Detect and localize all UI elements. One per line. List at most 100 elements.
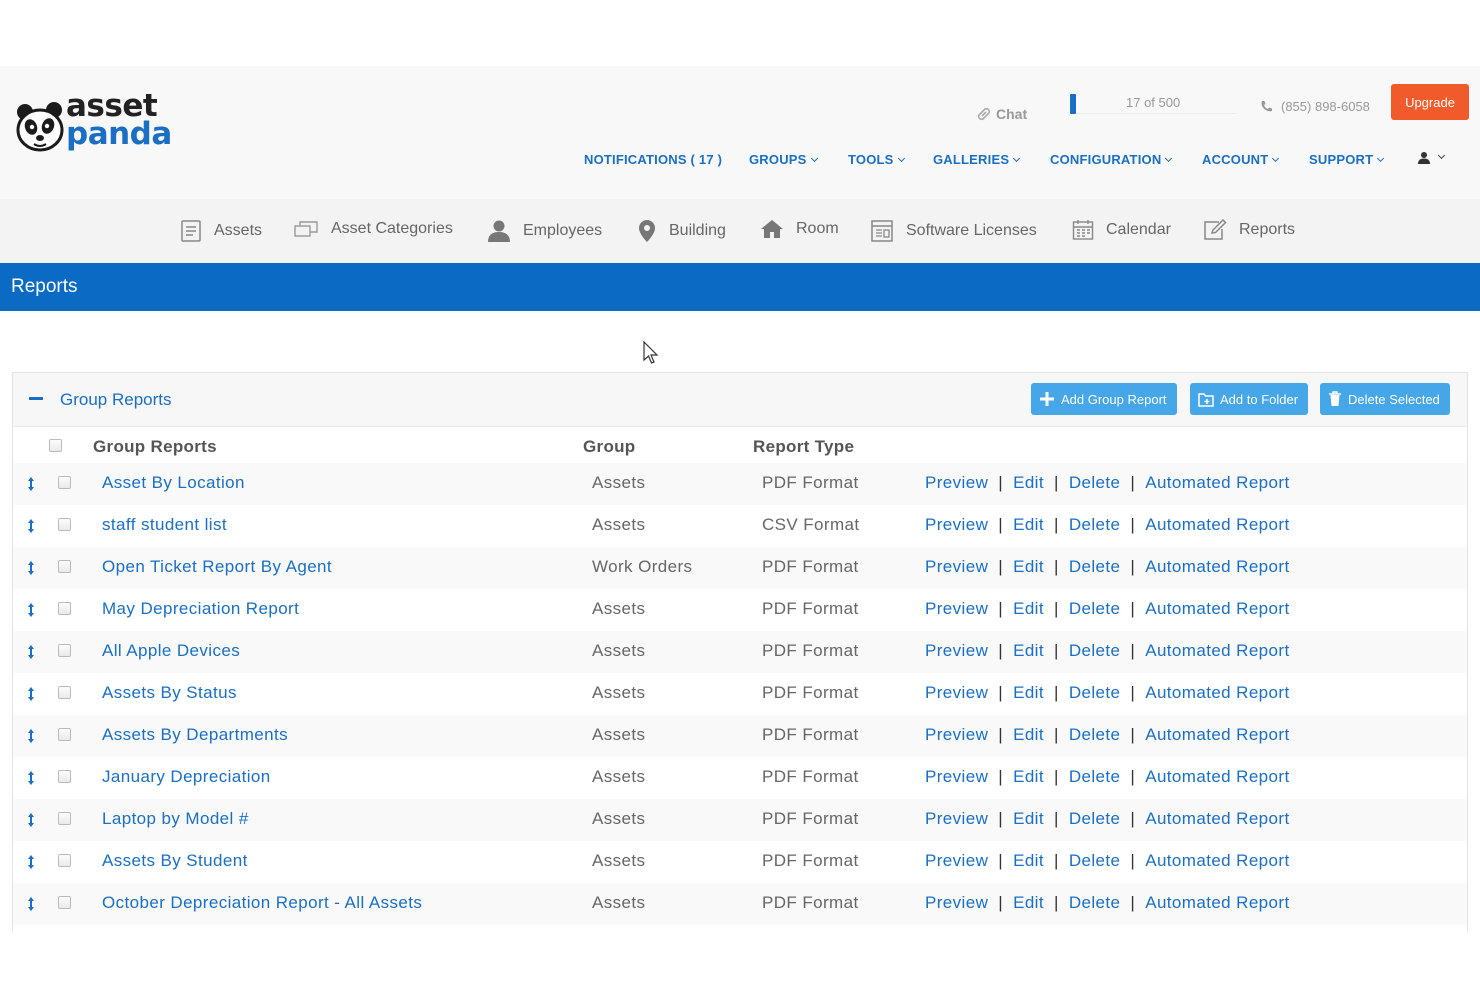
automated-report-link[interactable]: Automated Report	[1145, 683, 1289, 702]
report-name-link[interactable]: All Apple Devices	[102, 641, 240, 661]
row-checkbox[interactable]	[58, 686, 71, 699]
delete-link[interactable]: Delete	[1069, 767, 1121, 786]
automated-report-link[interactable]: Automated Report	[1145, 515, 1289, 534]
row-checkbox[interactable]	[58, 896, 71, 909]
preview-link[interactable]: Preview	[925, 851, 988, 870]
add-group-report-button[interactable]: Add Group Report	[1031, 383, 1177, 415]
preview-link[interactable]: Preview	[925, 557, 988, 576]
automated-report-link[interactable]: Automated Report	[1145, 599, 1289, 618]
automated-report-link[interactable]: Automated Report	[1145, 641, 1289, 660]
nav-tools[interactable]: TOOLS	[848, 152, 905, 167]
row-checkbox[interactable]	[58, 812, 71, 825]
preview-link[interactable]: Preview	[925, 515, 988, 534]
automated-report-link[interactable]: Automated Report	[1145, 893, 1289, 912]
automated-report-link[interactable]: Automated Report	[1145, 809, 1289, 828]
nav-account[interactable]: ACCOUNT	[1202, 152, 1280, 167]
drag-handle-icon[interactable]	[27, 644, 35, 660]
edit-link[interactable]: Edit	[1013, 809, 1044, 828]
edit-link[interactable]: Edit	[1013, 473, 1044, 492]
edit-link[interactable]: Edit	[1013, 683, 1044, 702]
module-calendar[interactable]: Calendar	[1072, 219, 1171, 241]
row-checkbox[interactable]	[58, 602, 71, 615]
automated-report-link[interactable]: Automated Report	[1145, 725, 1289, 744]
row-checkbox[interactable]	[58, 518, 71, 531]
preview-link[interactable]: Preview	[925, 641, 988, 660]
preview-link[interactable]: Preview	[925, 725, 988, 744]
drag-handle-icon[interactable]	[27, 476, 35, 492]
add-to-folder-button[interactable]: Add to Folder	[1190, 383, 1309, 415]
nav-support[interactable]: SUPPORT	[1309, 152, 1385, 167]
drag-handle-icon[interactable]	[27, 686, 35, 702]
report-name-link[interactable]: Assets By Student	[102, 851, 248, 871]
upgrade-button[interactable]: Upgrade	[1391, 84, 1469, 120]
module-reports[interactable]: Reports	[1203, 219, 1295, 241]
module-room[interactable]: Room	[760, 219, 839, 239]
row-checkbox[interactable]	[58, 854, 71, 867]
delete-link[interactable]: Delete	[1069, 557, 1121, 576]
delete-link[interactable]: Delete	[1069, 683, 1121, 702]
nav-groups[interactable]: GROUPS	[749, 152, 818, 167]
drag-handle-icon[interactable]	[27, 602, 35, 618]
edit-link[interactable]: Edit	[1013, 851, 1044, 870]
module-building[interactable]: Building	[637, 219, 726, 243]
drag-handle-icon[interactable]	[27, 560, 35, 576]
edit-link[interactable]: Edit	[1013, 641, 1044, 660]
edit-link[interactable]: Edit	[1013, 893, 1044, 912]
preview-link[interactable]: Preview	[925, 809, 988, 828]
preview-link[interactable]: Preview	[925, 893, 988, 912]
report-name-link[interactable]: May Depreciation Report	[102, 599, 299, 619]
report-name-link[interactable]: Assets By Status	[102, 683, 237, 703]
drag-handle-icon[interactable]	[27, 854, 35, 870]
automated-report-link[interactable]: Automated Report	[1145, 473, 1289, 492]
preview-link[interactable]: Preview	[925, 599, 988, 618]
delete-link[interactable]: Delete	[1069, 599, 1121, 618]
report-name-link[interactable]: January Depreciation	[102, 767, 271, 787]
drag-handle-icon[interactable]	[27, 770, 35, 786]
delete-selected-button[interactable]: Delete Selected	[1320, 383, 1450, 415]
edit-link[interactable]: Edit	[1013, 557, 1044, 576]
collapse-minus-icon[interactable]	[29, 397, 43, 400]
nav-notifications[interactable]: NOTIFICATIONS ( 17 )	[584, 152, 722, 167]
preview-link[interactable]: Preview	[925, 683, 988, 702]
drag-handle-icon[interactable]	[27, 896, 35, 912]
delete-link[interactable]: Delete	[1069, 641, 1121, 660]
nav-configuration[interactable]: CONFIGURATION	[1050, 152, 1173, 167]
nav-galleries[interactable]: GALLERIES	[933, 152, 1021, 167]
report-name-link[interactable]: staff student list	[102, 515, 227, 535]
row-checkbox[interactable]	[58, 476, 71, 489]
module-software-licenses[interactable]: Software Licenses	[870, 219, 1037, 243]
select-all-checkbox[interactable]	[49, 439, 62, 452]
report-name-link[interactable]: October Depreciation Report - All Assets	[102, 893, 422, 913]
delete-link[interactable]: Delete	[1069, 515, 1121, 534]
drag-handle-icon[interactable]	[27, 812, 35, 828]
chat-link[interactable]: Chat	[976, 100, 1027, 128]
delete-link[interactable]: Delete	[1069, 473, 1121, 492]
logo[interactable]: asset panda	[14, 91, 174, 158]
report-name-link[interactable]: Laptop by Model #	[102, 809, 249, 829]
report-name-link[interactable]: Asset By Location	[102, 473, 245, 493]
edit-link[interactable]: Edit	[1013, 767, 1044, 786]
preview-link[interactable]: Preview	[925, 473, 988, 492]
preview-link[interactable]: Preview	[925, 767, 988, 786]
drag-handle-icon[interactable]	[27, 518, 35, 534]
row-checkbox[interactable]	[58, 728, 71, 741]
edit-link[interactable]: Edit	[1013, 599, 1044, 618]
edit-link[interactable]: Edit	[1013, 515, 1044, 534]
module-assets[interactable]: Assets	[180, 219, 262, 243]
automated-report-link[interactable]: Automated Report	[1145, 767, 1289, 786]
drag-handle-icon[interactable]	[27, 728, 35, 744]
module-asset-categories[interactable]: Asset Categories	[293, 219, 453, 239]
module-employees[interactable]: Employees	[487, 219, 602, 243]
row-checkbox[interactable]	[58, 770, 71, 783]
delete-link[interactable]: Delete	[1069, 809, 1121, 828]
row-checkbox[interactable]	[58, 560, 71, 573]
automated-report-link[interactable]: Automated Report	[1145, 557, 1289, 576]
delete-link[interactable]: Delete	[1069, 893, 1121, 912]
automated-report-link[interactable]: Automated Report	[1145, 851, 1289, 870]
user-menu[interactable]	[1418, 149, 1446, 165]
report-name-link[interactable]: Assets By Departments	[102, 725, 288, 745]
delete-link[interactable]: Delete	[1069, 851, 1121, 870]
delete-link[interactable]: Delete	[1069, 725, 1121, 744]
phone-number[interactable]: (855) 898-6058	[1260, 92, 1370, 120]
edit-link[interactable]: Edit	[1013, 725, 1044, 744]
